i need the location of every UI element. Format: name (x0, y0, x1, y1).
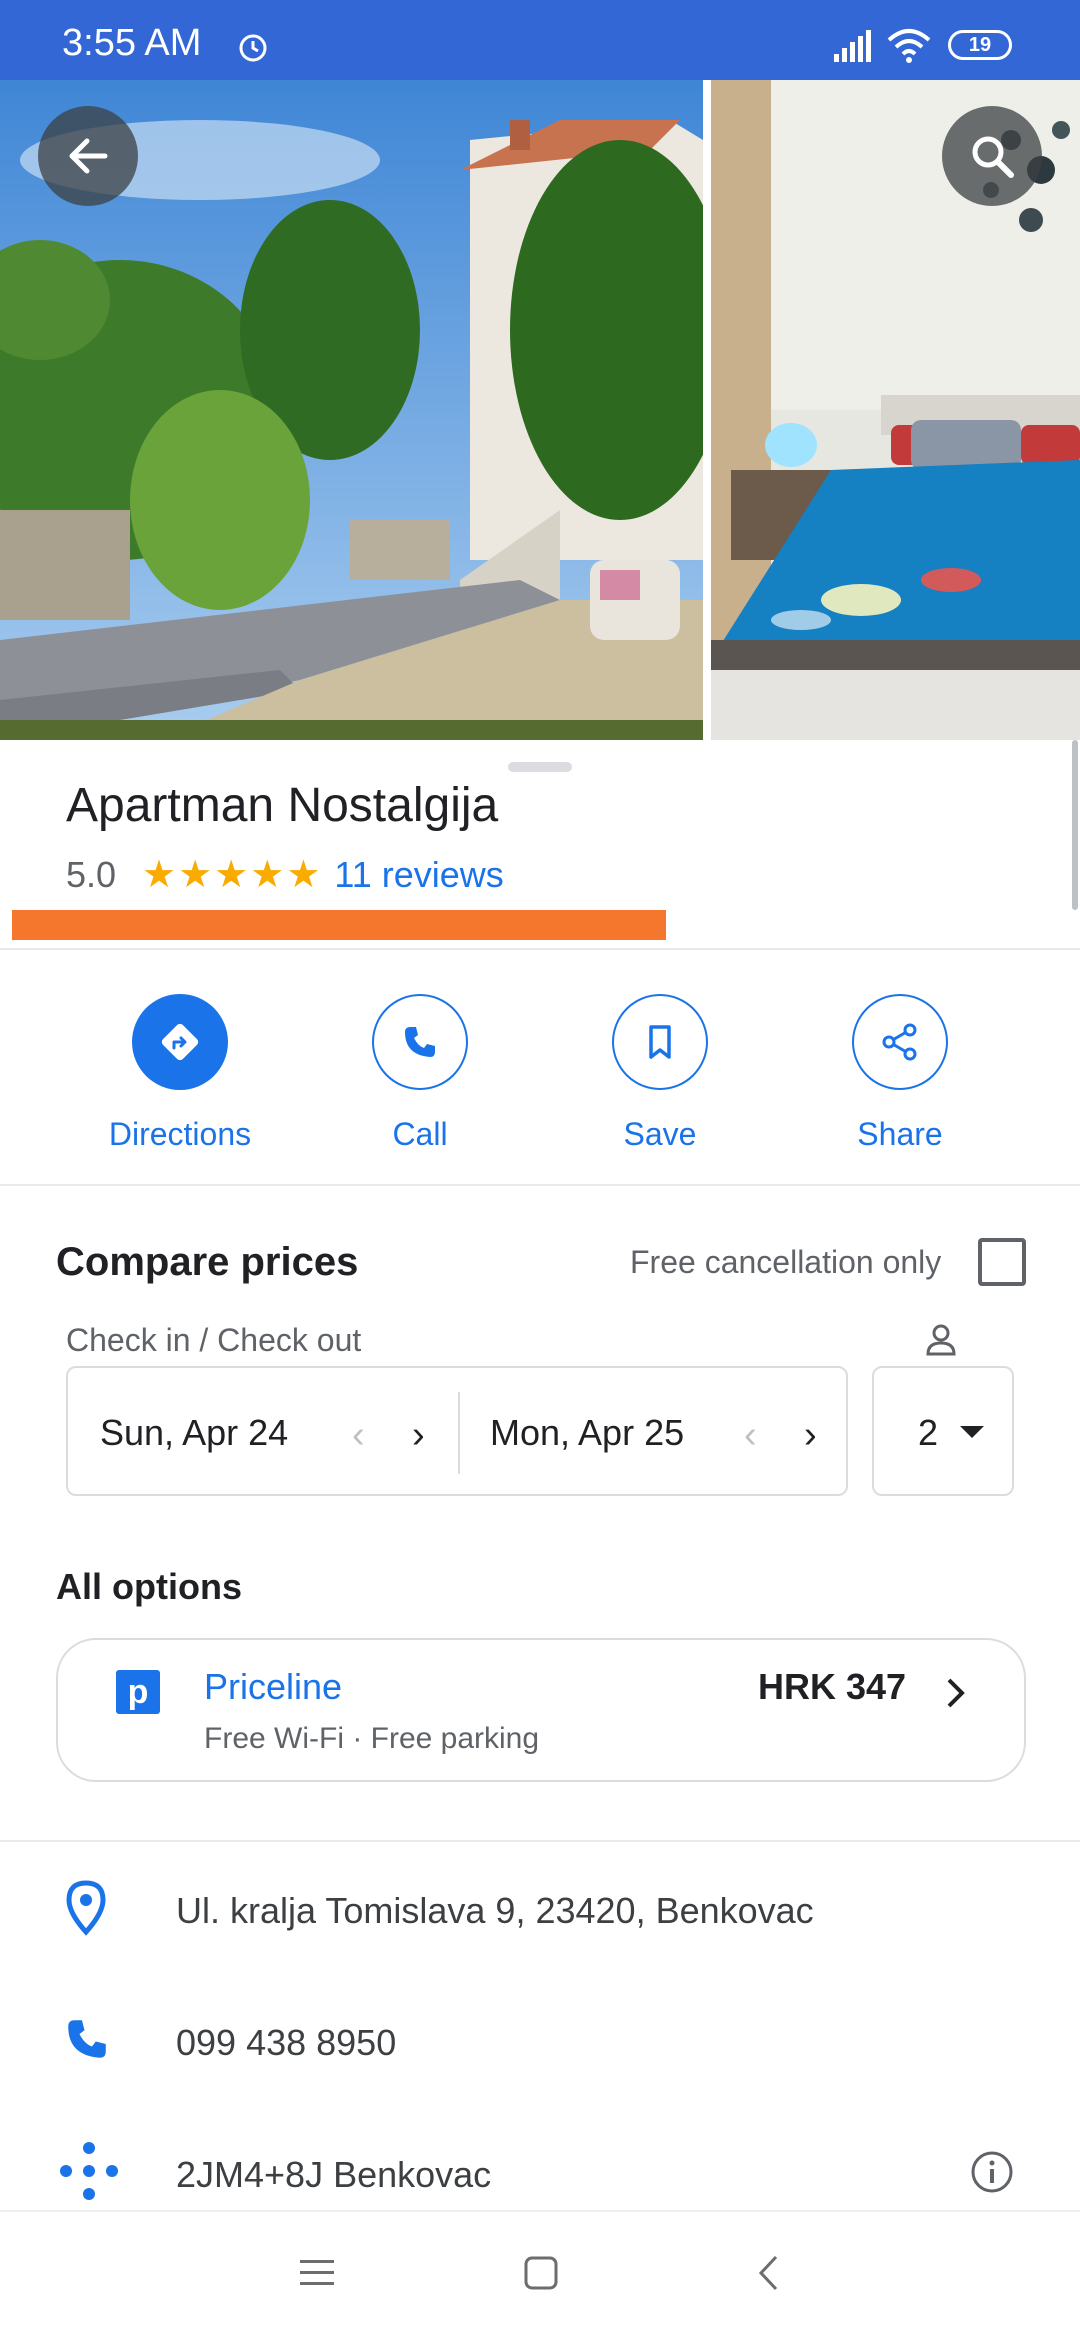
rating-row: 5.0 ★★★★★ 11 reviews (66, 852, 504, 897)
free-cancellation-checkbox[interactable] (978, 1238, 1026, 1286)
provider-name: Priceline (204, 1666, 343, 1707)
divider (0, 1840, 1080, 1842)
highlight-bar (12, 910, 666, 940)
share-button[interactable]: Share (780, 994, 1020, 1153)
plus-code-icon (60, 2142, 118, 2200)
check-out-date[interactable]: Mon, Apr 25 (490, 1412, 684, 1454)
check-in-date[interactable]: Sun, Apr 24 (100, 1412, 288, 1454)
photo-gallery[interactable] (0, 80, 1080, 740)
address-text: Ul. kralja Tomislava 9, 23420, Benkovac (176, 1890, 814, 1931)
phone-icon (405, 1027, 435, 1057)
chevron-left-icon[interactable]: ‹ (352, 1414, 365, 1457)
address-row[interactable]: Ul. kralja Tomislava 9, 23420, Benkovac (0, 1850, 1080, 1970)
call-label: Call (392, 1116, 448, 1152)
battery-indicator: 19 (948, 30, 1012, 60)
save-button[interactable]: Save (540, 994, 780, 1153)
bookmark-icon (649, 1025, 671, 1059)
dropdown-arrow-icon (960, 1426, 984, 1438)
all-options-heading: All options (56, 1566, 242, 1607)
place-title: Apartman Nostalgija (66, 779, 499, 832)
search-button[interactable] (942, 106, 1042, 206)
phone-row[interactable]: 099 438 8950 (0, 1982, 1080, 2102)
date-picker: Sun, Apr 24 ‹ › Mon, Apr 25 ‹ › (66, 1366, 848, 1496)
price-option-card[interactable]: p Priceline Free Wi-Fi · Free parking HR… (56, 1638, 1026, 1782)
chevron-right-icon (947, 1678, 965, 1708)
call-button[interactable]: Call (300, 994, 540, 1153)
chevron-right-icon[interactable]: › (412, 1414, 425, 1457)
star-rating-icon: ★★★★★ (142, 854, 323, 896)
person-icon (926, 1324, 956, 1356)
menu-icon[interactable] (300, 2258, 334, 2288)
compare-prices-heading: Compare prices (56, 1240, 359, 1284)
directions-icon (161, 1023, 199, 1061)
back-button[interactable] (38, 106, 138, 206)
home-icon[interactable] (524, 2256, 558, 2290)
rating-value: 5.0 (66, 853, 117, 895)
back-arrow-icon (69, 138, 108, 174)
directions-button[interactable]: Directions (60, 994, 300, 1153)
divider (0, 948, 1080, 950)
signal-icon (834, 30, 871, 62)
location-pin-icon (66, 1880, 106, 1936)
scrollbar[interactable] (1072, 740, 1078, 910)
guest-count: 2 (918, 1412, 939, 1453)
amenities-text: Free Wi-Fi · Free parking (204, 1722, 540, 1755)
alarm-icon (239, 34, 267, 62)
info-icon[interactable] (970, 2150, 1014, 2194)
reviews-link[interactable]: 11 reviews (334, 854, 503, 896)
share-icon (882, 1023, 917, 1061)
priceline-logo: p (116, 1670, 160, 1714)
system-nav-bar (0, 2210, 1080, 2340)
phone-text: 099 438 8950 (176, 2022, 397, 2063)
free-cancellation-label: Free cancellation only (630, 1244, 942, 1280)
phone-icon (68, 2020, 106, 2058)
check-in-out-label: Check in / Check out (66, 1322, 362, 1358)
date-divider (458, 1392, 460, 1474)
chevron-right-icon[interactable]: › (804, 1414, 817, 1457)
search-icon (972, 136, 1014, 178)
status-bar: 3:55 AM 19 (0, 0, 1080, 80)
option-price: HRK 347 (758, 1666, 907, 1707)
chevron-left-icon[interactable]: ‹ (744, 1414, 757, 1457)
back-icon[interactable] (756, 2254, 780, 2292)
photo-divider (703, 80, 711, 740)
status-time: 3:55 AM (62, 22, 202, 64)
guest-selector[interactable]: 2 (872, 1366, 1014, 1496)
nav-divider (0, 2210, 1080, 2212)
plus-code-text: 2JM4+8J Benkovac (176, 2154, 492, 2195)
drag-handle[interactable] (508, 762, 572, 772)
directions-label: Directions (108, 1116, 252, 1152)
divider (0, 1184, 1080, 1186)
wifi-icon (887, 29, 931, 63)
save-label: Save (623, 1116, 697, 1152)
share-label: Share (857, 1116, 943, 1152)
